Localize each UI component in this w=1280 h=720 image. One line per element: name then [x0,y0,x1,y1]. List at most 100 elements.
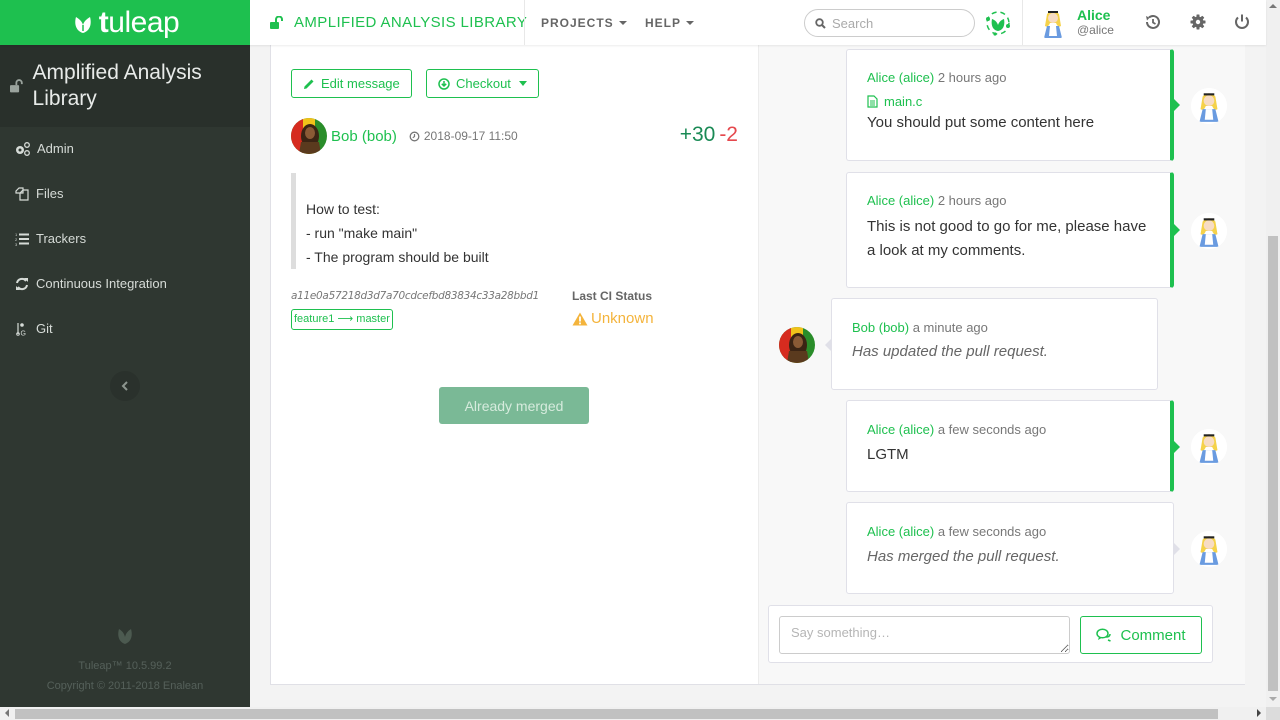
divider [1022,0,1023,45]
comment-time: 2 hours ago [937,193,1007,208]
timeline-event: Alice (alice) a few seconds ago Has merg… [846,502,1180,594]
event-author[interactable]: Bob (bob) [852,320,909,335]
event-body: Has merged the pull request. [867,548,1060,565]
tuleap-swirl-icon[interactable] [983,8,1013,38]
list-ol-icon: 1 2 3 [15,232,29,246]
copyright-text: Copyright © 2011-2018 Enalean [46,680,204,692]
sidebar-collapse-button[interactable] [110,371,140,401]
timeline-event: Bob (bob) a minute ago Has updated the p… [825,298,1158,390]
reply-form: Comment [768,605,1213,663]
comment-author[interactable]: Alice (alice) [867,70,934,85]
timeline-comment: Alice (alice) 2 hours ago This is not go… [846,172,1180,288]
user-menu[interactable]: Alice @alice [1036,0,1114,45]
user-handle: @alice [1077,22,1114,37]
creation-date: 2018-09-17 11:50 [409,129,518,143]
alice-avatar [1191,213,1227,249]
comment-body: You should put some content here [867,114,1095,131]
comment-meta: Alice (alice) 2 hours ago [867,70,1170,85]
lines-added: +30 [679,123,716,146]
horizontal-scrollbar[interactable] [0,707,1266,720]
logo-text: tuleap [98,5,180,39]
event-time: a few seconds ago [937,524,1047,539]
comment-time: a few seconds ago [937,422,1047,437]
svg-text:3: 3 [15,242,18,246]
already-merged-button[interactable]: Already merged [439,387,589,424]
sidebar-item-git[interactable]: G Git [15,321,53,336]
sidebar-item-files[interactable]: Files [15,186,63,201]
sidebar-item-label: Files [36,186,64,201]
ci-status-text: Unknown [591,310,654,327]
pull-request-author-line: Bob (bob) 2018-09-17 11:50 [291,118,518,154]
divider [524,0,525,45]
tuleap-leaf-icon [118,629,132,644]
warning-icon [572,312,588,325]
checkout-dropdown-button[interactable]: Checkout [426,69,539,98]
cogs-icon [16,141,30,156]
tuleap-leaf-icon [75,16,91,33]
scroll-up-arrow[interactable] [1269,4,1277,8]
sidebar-project-name: Amplified Analysis Library [32,61,202,110]
scroll-left-arrow[interactable] [5,709,9,717]
bob-avatar [779,327,815,363]
comment-meta: Alice (alice) 2 hours ago [867,193,1150,208]
sidebar-item-continuous-integration[interactable]: Continuous Integration [15,276,167,291]
file-link[interactable]: main.c [867,94,1170,109]
event-author[interactable]: Alice (alice) [867,524,934,539]
comment-submit-button[interactable]: Comment [1080,616,1202,654]
source-branch: feature1 [294,313,335,325]
help-menu[interactable]: HELP [645,0,695,45]
sidebar-item-label: Git [36,321,53,336]
download-circle-icon [438,77,450,90]
sidebar-item-label: Trackers [36,231,87,246]
version-text: Tuleap™ 10.5.99.2 [78,660,172,672]
sidebar: Amplified Analysis Library Admin Files 1… [0,45,250,707]
event-meta: Bob (bob) a minute ago [852,320,1157,335]
sidebar-project-header[interactable]: Amplified Analysis Library [0,45,250,127]
projects-menu[interactable]: PROJECTS [541,0,627,45]
edit-message-label: Edit message [321,76,400,91]
vertical-scroll-thumb[interactable] [1268,236,1278,691]
scroll-down-arrow[interactable] [1269,697,1277,701]
current-project-link[interactable]: AMPLIFIED ANALYSIS LIBRARY [270,0,527,45]
alice-avatar [1191,429,1227,465]
diff-stats: +30 -2 [680,123,738,147]
timeline: Alice (alice) 2 hours ago main.c You sho… [759,45,1245,684]
sidebar-item-admin[interactable]: Admin [15,141,74,156]
search-box[interactable] [804,9,975,37]
author-avatar [291,118,327,154]
pencil-icon [304,79,314,89]
comments-icon [1096,628,1112,642]
search-input[interactable] [832,15,962,31]
edit-message-button[interactable]: Edit message [291,69,412,98]
timeline-comment: Alice (alice) 2 hours ago main.c You sho… [846,49,1180,161]
gear-icon[interactable] [1188,12,1208,32]
author-link[interactable]: Bob (bob) [331,128,397,145]
comment-author[interactable]: Alice (alice) [867,422,934,437]
sidebar-item-trackers[interactable]: 1 2 3 Trackers [15,231,86,246]
user-avatar [1036,5,1070,40]
pull-request-description: How to test: - run "make main" - The pro… [291,173,489,269]
chevron-left-icon [121,381,128,391]
power-icon[interactable] [1232,12,1252,32]
history-icon[interactable] [1143,12,1163,32]
alice-avatar [1191,531,1227,567]
vertical-scrollbar[interactable] [1266,0,1280,707]
scrollbar-corner [1266,707,1280,720]
caret-down-icon [518,81,527,86]
comment-textarea[interactable] [779,616,1070,654]
comment-author[interactable]: Alice (alice) [867,193,934,208]
comment-submit-label: Comment [1120,626,1186,644]
event-meta: Alice (alice) a few seconds ago [867,524,1173,539]
event-body: Has updated the pull request. [852,343,1048,360]
tuleap-logo[interactable]: tuleap [0,0,250,45]
caret-down-icon [618,20,627,25]
checkout-label: Checkout [456,76,511,91]
horizontal-scroll-thumb[interactable] [15,709,1218,719]
ci-status: Unknown [572,310,654,327]
description-line: - The program should be built [306,249,489,265]
bubble-pointer [1174,543,1180,555]
svg-text:G: G [21,330,26,336]
description-line: - run "make main" [306,225,418,241]
scroll-right-arrow[interactable] [1257,709,1261,717]
destination-branch: master [356,313,390,325]
